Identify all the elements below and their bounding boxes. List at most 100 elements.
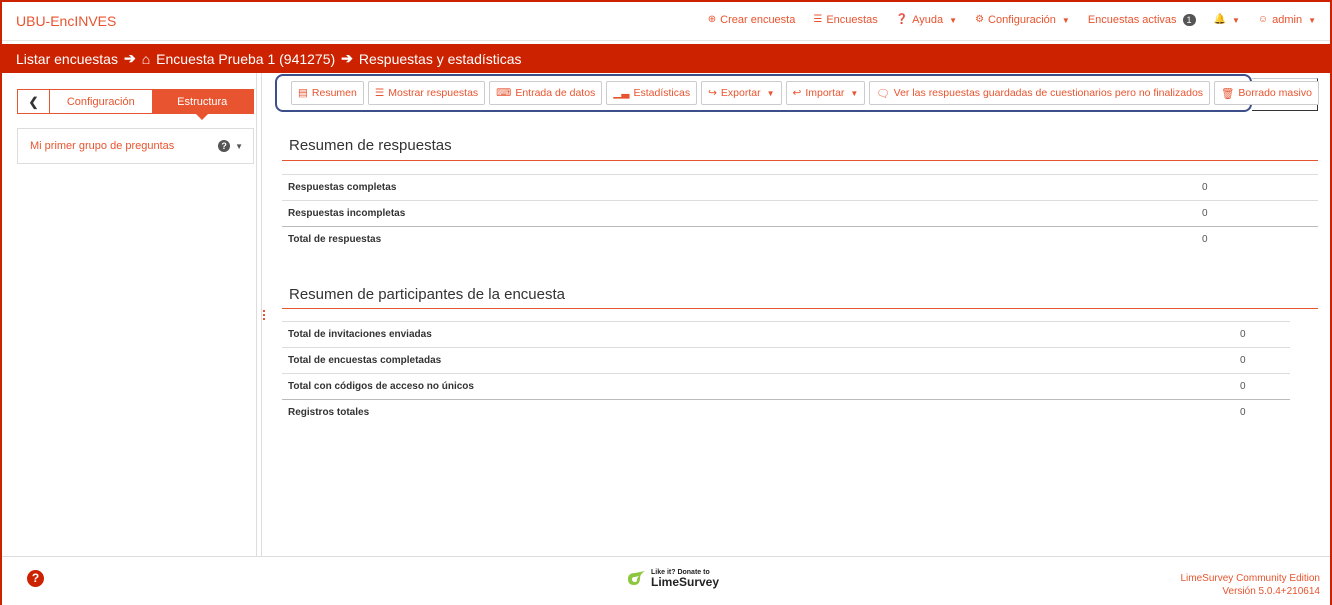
row-label: Total de encuestas completadas bbox=[288, 355, 442, 366]
row-value: 0 bbox=[1202, 208, 1208, 219]
configuration-label: Configuración bbox=[988, 14, 1056, 26]
arrow-right-icon: ➔ bbox=[341, 50, 353, 66]
create-survey-link[interactable]: ⊕ Crear encuesta bbox=[708, 14, 796, 26]
user-icon: ☺ bbox=[1257, 14, 1269, 25]
participant-summary-table: Total de invitaciones enviadas 0 Total d… bbox=[282, 321, 1290, 425]
statistics-label: Estadísticas bbox=[633, 87, 691, 99]
response-summary-title: Resumen de respuestas bbox=[289, 137, 452, 154]
row-label: Total de respuestas bbox=[288, 234, 382, 245]
row-value: 0 bbox=[1240, 329, 1246, 340]
comment-icon: 🗨 bbox=[876, 87, 890, 100]
table-row: Total de respuestas 0 bbox=[282, 226, 1318, 252]
drag-handle-icon bbox=[263, 310, 265, 320]
active-surveys-link[interactable]: Encuestas activas 1 bbox=[1088, 14, 1196, 26]
import-label: Importar bbox=[805, 87, 845, 99]
show-responses-button[interactable]: ☰ Mostrar respuestas bbox=[367, 81, 486, 105]
donate-link[interactable]: Like it? Donate to LimeSurvey bbox=[625, 569, 719, 588]
footer: ? Like it? Donate to LimeSurvey LimeSurv… bbox=[2, 556, 1330, 605]
participant-summary-rule bbox=[282, 308, 1318, 309]
list-icon: ☰ bbox=[813, 14, 823, 25]
create-survey-label: Crear encuesta bbox=[720, 14, 796, 26]
data-entry-label: Entrada de datos bbox=[515, 87, 596, 99]
import-button[interactable]: ↩ Importar ▼ bbox=[785, 81, 866, 105]
top-navbar: UBU-EncINVES ⊕ Crear encuesta ☰ Encuesta… bbox=[2, 2, 1330, 41]
row-value: 0 bbox=[1202, 234, 1208, 245]
notifications-menu[interactable]: 🔔 ▼ bbox=[1214, 14, 1240, 26]
caret-down-icon: ▼ bbox=[949, 15, 958, 25]
question-group-label: Mi primer grupo de preguntas bbox=[30, 140, 175, 152]
limesurvey-logo-icon bbox=[628, 570, 645, 585]
collapse-sidebar-button[interactable]: ❮ bbox=[18, 90, 50, 113]
brand-link[interactable]: UBU-EncINVES bbox=[16, 13, 116, 29]
caret-down-icon: ▼ bbox=[1308, 15, 1316, 25]
table-row: Respuestas incompletas 0 bbox=[282, 200, 1318, 226]
question-group-item[interactable]: Mi primer grupo de preguntas ? ▼ bbox=[17, 128, 254, 164]
row-value: 0 bbox=[1240, 355, 1246, 366]
question-group-controls[interactable]: ? ▼ bbox=[218, 140, 243, 152]
user-label: admin bbox=[1272, 14, 1303, 26]
help-menu[interactable]: ❓ Ayuda ▼ bbox=[896, 14, 957, 26]
table-icon: ▤ bbox=[298, 87, 308, 99]
sidebar: ❮ Configuración Estructura Mi primer gru… bbox=[2, 73, 257, 556]
saved-partial-responses-button[interactable]: 🗨 Ver las respuestas guardadas de cuesti… bbox=[869, 81, 1211, 105]
summary-button[interactable]: ▤ Resumen bbox=[291, 81, 364, 105]
sidebar-resize-handle[interactable] bbox=[261, 73, 267, 556]
donate-brand-text: LimeSurvey bbox=[651, 575, 720, 589]
configuration-menu[interactable]: ⚙ Configuración ▼ bbox=[975, 14, 1070, 26]
show-responses-label: Mostrar respuestas bbox=[388, 87, 479, 99]
sidebar-tabs: ❮ Configuración Estructura bbox=[17, 89, 254, 120]
batch-delete-button[interactable]: 🗑 Borrado masivo bbox=[1214, 81, 1319, 105]
question-group-badge: ? bbox=[218, 140, 231, 152]
breadcrumb-list-surveys[interactable]: Listar encuestas bbox=[16, 51, 118, 67]
caret-down-icon: ▼ bbox=[235, 141, 243, 151]
breadcrumb-survey[interactable]: Encuesta Prueba 1 (941275) bbox=[156, 51, 335, 67]
response-summary-table: Respuestas completas 0 Respuestas incomp… bbox=[282, 174, 1318, 252]
participant-summary-title: Resumen de participantes de la encuesta bbox=[289, 286, 566, 303]
saved-partial-label: Ver las respuestas guardadas de cuestion… bbox=[893, 87, 1204, 99]
response-summary-rule bbox=[282, 160, 1318, 161]
edition-info[interactable]: LimeSurvey Community Edition Versión 5.0… bbox=[1181, 572, 1321, 598]
list-icon: ☰ bbox=[374, 87, 385, 99]
row-value: 0 bbox=[1240, 381, 1246, 392]
keyboard-icon: ⌨ bbox=[496, 87, 512, 99]
responses-toolbar: ▤ Resumen ☰ Mostrar respuestas ⌨ Entrada… bbox=[275, 74, 1319, 112]
caret-down-icon: ▼ bbox=[766, 88, 775, 98]
export-icon: ↪ bbox=[708, 87, 717, 99]
table-row: Total de encuestas completadas 0 bbox=[282, 347, 1290, 373]
version-label: Versión 5.0.4+210614 bbox=[1222, 586, 1320, 597]
statistics-button[interactable]: ▁▃ Estadísticas bbox=[606, 81, 698, 105]
trash-icon: 🗑 bbox=[1221, 87, 1235, 100]
summary-label: Resumen bbox=[311, 87, 357, 99]
row-label: Total con códigos de acceso no únicos bbox=[288, 381, 474, 392]
breadcrumb: Listar encuestas ➔ ⌂ Encuesta Prueba 1 (… bbox=[2, 44, 1330, 73]
cogs-icon: ⚙ bbox=[975, 14, 985, 25]
table-row: Total de invitaciones enviadas 0 bbox=[282, 321, 1290, 347]
question-circle-icon: ❓ bbox=[895, 14, 909, 25]
user-menu[interactable]: ☺ admin ▼ bbox=[1258, 14, 1316, 26]
surveys-link[interactable]: ☰ Encuestas bbox=[813, 14, 877, 26]
row-label: Registros totales bbox=[288, 407, 370, 418]
table-row: Total con códigos de acceso no únicos 0 bbox=[282, 373, 1290, 399]
caret-down-icon: ▼ bbox=[1061, 15, 1070, 25]
tab-structure[interactable]: Estructura bbox=[151, 90, 253, 120]
row-value: 0 bbox=[1202, 182, 1208, 193]
row-label: Total de invitaciones enviadas bbox=[288, 329, 432, 340]
top-nav-menu: ⊕ Crear encuesta ☰ Encuestas ❓ Ayuda ▼ ⚙… bbox=[708, 14, 1316, 26]
edition-label: LimeSurvey Community Edition bbox=[1180, 573, 1321, 584]
caret-down-icon: ▼ bbox=[850, 88, 859, 98]
data-entry-button[interactable]: ⌨ Entrada de datos bbox=[489, 81, 603, 105]
row-label: Respuestas incompletas bbox=[288, 208, 406, 219]
caret-down-icon: ▼ bbox=[1231, 15, 1240, 25]
batch-delete-label: Borrado masivo bbox=[1238, 87, 1312, 99]
active-surveys-label: Encuestas activas bbox=[1087, 14, 1177, 26]
bell-icon: 🔔 bbox=[1213, 14, 1226, 25]
export-label: Exportar bbox=[720, 87, 761, 99]
tab-configuration[interactable]: Configuración bbox=[50, 90, 152, 113]
plus-circle-icon: ⊕ bbox=[707, 14, 717, 25]
active-surveys-badge: 1 bbox=[1182, 14, 1196, 26]
question-circle-icon[interactable]: ? bbox=[27, 570, 44, 587]
bar-chart-icon: ▁▃ bbox=[613, 87, 630, 99]
home-icon: ⌂ bbox=[141, 50, 151, 67]
export-button[interactable]: ↪ Exportar ▼ bbox=[701, 81, 782, 105]
table-row: Registros totales 0 bbox=[282, 399, 1290, 425]
